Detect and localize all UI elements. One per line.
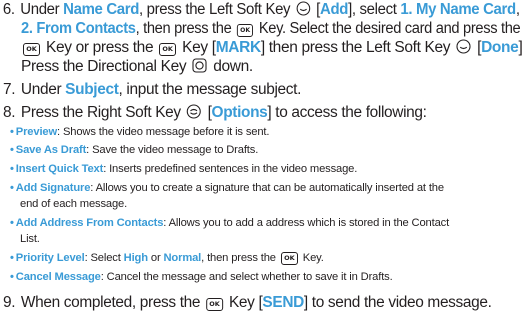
directional-key-icon bbox=[192, 58, 207, 73]
step-6-line-1: Under Name Card, press the Left Soft Key… bbox=[20, 1, 520, 18]
step-number: 6. bbox=[2, 1, 15, 18]
my-name-card-term: 1. My Name Card bbox=[400, 1, 516, 18]
high-term: High bbox=[123, 252, 148, 264]
step-6-line-4: Press the Directional Key down. bbox=[21, 58, 253, 75]
bullet: • bbox=[10, 144, 14, 156]
option-add-address: • Add Address From Contacts: Allows you t… bbox=[10, 217, 450, 229]
step-number: 8. bbox=[2, 104, 16, 121]
option-insert-quick-text: • Insert Quick Text: Inserts predefined s… bbox=[10, 163, 358, 175]
option-preview: • Preview: Shows the video message before… bbox=[10, 126, 270, 138]
bullet: • bbox=[10, 252, 14, 264]
option-priority-level: • Priority Level: Select High or Normal, … bbox=[10, 252, 324, 265]
option-save-as-draft: • Save As Draft: Save the video message t… bbox=[10, 144, 259, 156]
ok-key-icon: OK bbox=[23, 43, 40, 56]
bullet: • bbox=[10, 182, 14, 194]
bullet: • bbox=[10, 271, 14, 283]
send-term: SEND bbox=[262, 294, 304, 311]
mark-term: MARK bbox=[215, 39, 261, 56]
step-number: 9. bbox=[2, 294, 16, 311]
options-term: Options bbox=[211, 104, 268, 121]
done-term: Done bbox=[481, 39, 519, 56]
bullet: • bbox=[10, 163, 14, 175]
option-add-signature: • Add Signature: Allows you to create a s… bbox=[10, 182, 444, 194]
bullet: • bbox=[10, 217, 14, 229]
left-soft-key-icon bbox=[456, 39, 471, 54]
subject-term: Subject bbox=[65, 81, 119, 98]
ok-key-icon: OK bbox=[280, 252, 298, 265]
left-soft-key-icon bbox=[296, 1, 310, 16]
right-soft-key-icon bbox=[187, 104, 202, 119]
ok-key-icon: OK bbox=[159, 43, 177, 56]
bullet: • bbox=[10, 126, 14, 138]
step-6-line-2: 2. From Contacts, then press the OK Key.… bbox=[21, 20, 521, 37]
ok-key-icon: OK bbox=[206, 298, 224, 311]
option-cancel-message: • Cancel Message: Cancel the message and … bbox=[10, 271, 393, 283]
name-card-term: Name Card bbox=[63, 1, 140, 18]
step-6-line-3: OK Key or press the OK Key [MARK] then p… bbox=[21, 38, 522, 57]
normal-term: Normal bbox=[163, 252, 202, 264]
from-contacts-term: 2. From Contacts bbox=[21, 20, 136, 37]
manual-page: 6. Under Name Card, press the Left Soft … bbox=[0, 0, 522, 335]
ok-key-icon: OK bbox=[237, 24, 254, 37]
option-add-signature-cont: end of each message. bbox=[20, 198, 128, 210]
option-add-address-cont: List. bbox=[20, 233, 40, 245]
step-number: 7. bbox=[2, 81, 16, 98]
add-term: Add bbox=[319, 1, 349, 18]
